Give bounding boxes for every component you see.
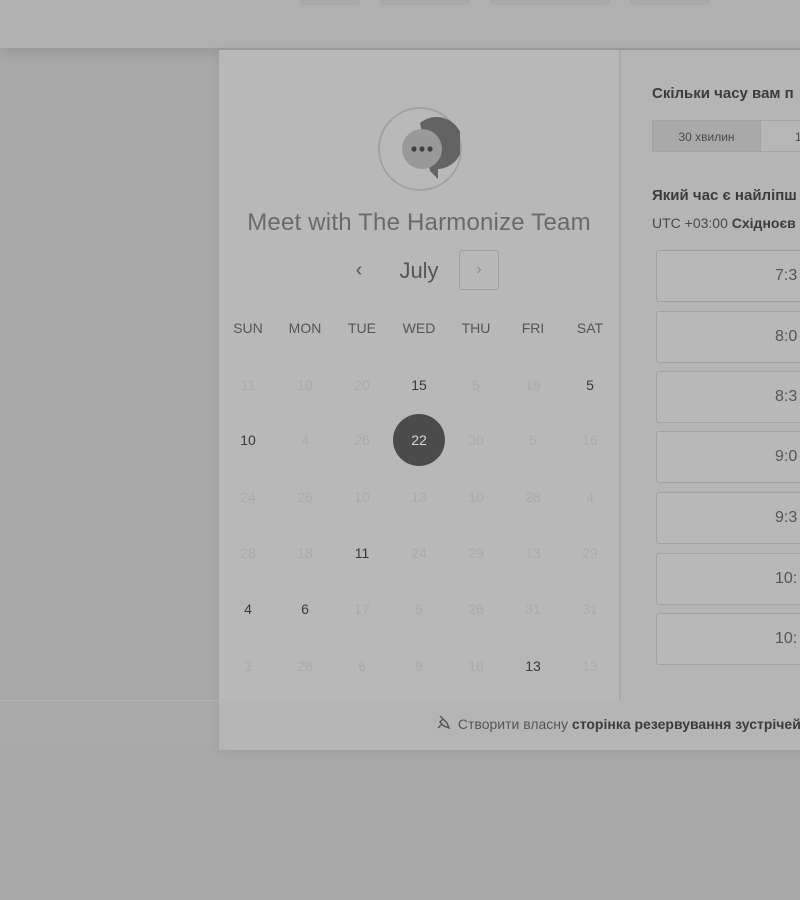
calendar-day: 31 (582, 601, 598, 617)
calendar-day[interactable]: 11 (334, 541, 390, 565)
calendar-panel: Meet with The Harmonize Team ‹ July › SU… (219, 50, 621, 700)
calendar-day: 13 (411, 489, 427, 505)
calendar-day[interactable]: 4 (220, 597, 276, 621)
page-title: Meet with The Harmonize Team (247, 209, 591, 236)
calendar-day: 28 (297, 658, 313, 674)
weekday-label: SUN (233, 320, 263, 336)
calendar-day: 28 (525, 489, 541, 505)
calendar-day: 29 (468, 545, 484, 561)
duration-option-1[interactable]: 1 (760, 120, 800, 152)
next-month-button[interactable]: › (459, 250, 499, 290)
calendar-day: 29 (582, 545, 598, 561)
calendar-day: 24 (240, 489, 256, 505)
calendar-day: 26 (297, 489, 313, 505)
calendar-day: 19 (525, 377, 541, 393)
month-label: July (399, 258, 439, 283)
calendar-day: 28 (240, 545, 256, 561)
time-slot[interactable]: 9:0 (656, 431, 800, 483)
calendar-day: 6 (358, 658, 366, 674)
calendar-day: 10 (468, 489, 484, 505)
weekday-label: WED (402, 320, 436, 336)
calendar-day: 11 (240, 377, 256, 393)
calendar-day: 18 (468, 658, 484, 674)
calendar-day: 4 (586, 489, 594, 505)
footer-text: Створити власну (457, 716, 569, 732)
calendar-day: 13 (582, 658, 598, 674)
duration-selector: 30 хвилин 1 (652, 120, 800, 154)
calendar-day: 5 (415, 601, 423, 617)
calendar-day[interactable]: 15 (391, 373, 447, 397)
calendar-day: 5 (472, 377, 480, 393)
calendar-day[interactable]: 10 (220, 428, 276, 452)
calendar-day: 17 (354, 601, 370, 617)
calendar-day: 5 (529, 432, 537, 448)
selected-day[interactable]: 22 (393, 414, 445, 466)
calendar-day: 26 (354, 432, 370, 448)
time-slot[interactable]: 10: (656, 613, 800, 665)
calendar-day: 20 (354, 377, 370, 393)
time-slot[interactable]: 8:3 (656, 371, 800, 423)
weekday-label: TUE (348, 320, 376, 336)
booking-page-link[interactable]: сторінка резервування зустрічей (572, 716, 800, 732)
calendar-day: 30 (468, 432, 484, 448)
calendar-day[interactable]: 13 (505, 654, 561, 678)
calendar-day: 9 (415, 658, 423, 674)
previous-month-button[interactable]: ‹ (341, 250, 377, 290)
calendar-day[interactable]: 5 (562, 373, 618, 397)
timezone-name: Східноєв (731, 215, 796, 231)
weekday-label: FRI (521, 320, 545, 336)
calendar-day: 24 (411, 545, 427, 561)
calendar-day: 16 (582, 432, 598, 448)
chat-bubble-icon (402, 117, 460, 179)
time-question: Який час є найліпш (652, 187, 797, 204)
duration-question: Скільки часу вам п (652, 85, 794, 102)
calendar-day: 10 (354, 489, 370, 505)
calendar-day[interactable]: 6 (277, 597, 333, 621)
calendar-day: 18 (297, 545, 313, 561)
time-slot[interactable]: 10: (656, 553, 800, 605)
calendar-day: 26 (468, 601, 484, 617)
duration-option-30-min[interactable]: 30 хвилин (652, 120, 761, 152)
timezone-offset: UTC +03:00 (652, 215, 728, 231)
time-slot[interactable]: 8:0 (656, 311, 800, 363)
pin-icon (437, 715, 451, 732)
calendar-day: 4 (301, 432, 309, 448)
time-slot[interactable]: 7:3 (656, 250, 800, 302)
avatar (378, 107, 462, 191)
calendar-day: 2 (244, 658, 252, 674)
weekday-label: SAT (576, 320, 604, 336)
calendar-day: 31 (525, 601, 541, 617)
timezone-selector[interactable]: UTC +03:00 Східноєв (652, 215, 796, 231)
weekday-header: SUN MON TUE WED THU FRI SAT (219, 320, 619, 340)
calendar-day: 13 (525, 545, 541, 561)
page-header-background (0, 0, 800, 48)
create-booking-page-footer: Створити власну сторінка резервування зу… (219, 715, 800, 732)
time-selection-panel: Скільки часу вам п 30 хвилин 1 Який час … (621, 50, 800, 700)
meeting-booking-dialog: Meet with The Harmonize Team ‹ July › SU… (219, 50, 800, 750)
weekday-label: THU (461, 320, 491, 336)
month-navigation: ‹ July › (219, 250, 619, 294)
calendar-day: 10 (297, 377, 313, 393)
weekday-label: MON (288, 320, 322, 336)
header-blurred-content (300, 0, 800, 6)
time-slot[interactable]: 9:3 (656, 492, 800, 544)
